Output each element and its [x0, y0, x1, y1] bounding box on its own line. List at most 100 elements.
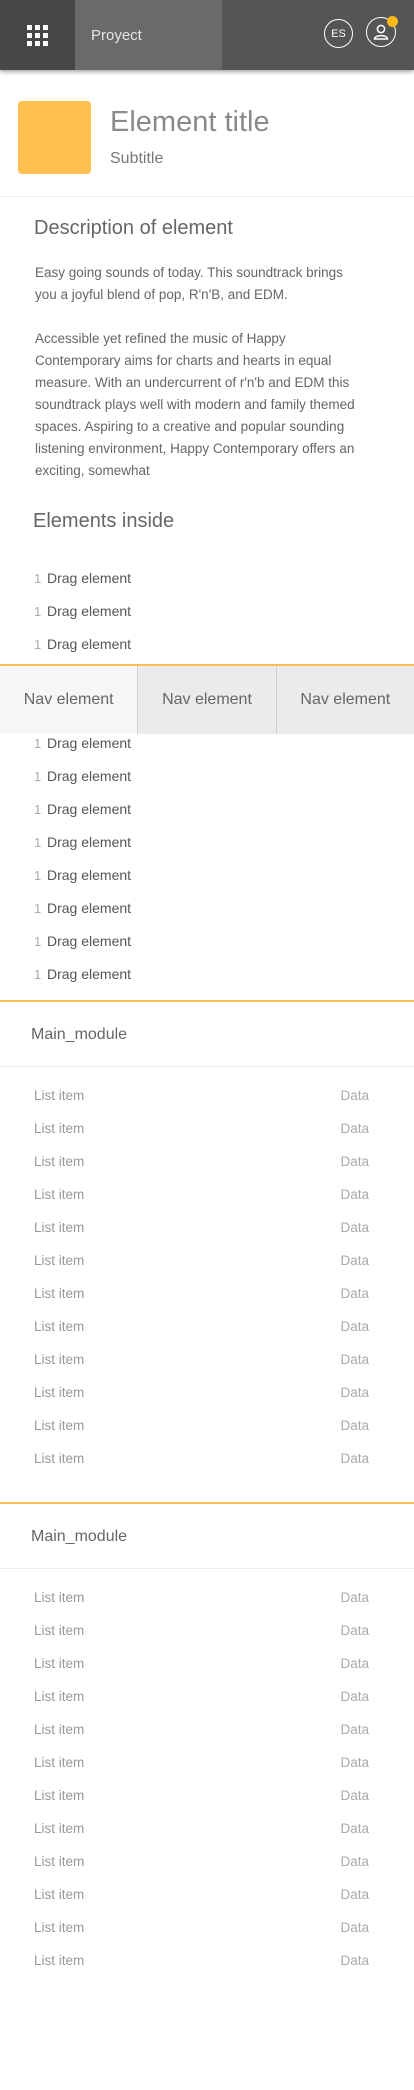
element-thumbnail — [18, 101, 91, 174]
drag-element[interactable]: 1 Drag element — [34, 963, 131, 985]
list-row[interactable]: List item Data — [0, 1953, 414, 1975]
list-row[interactable]: List item Data — [0, 1352, 414, 1374]
drag-element[interactable]: 1 Drag element — [34, 798, 131, 820]
list-item-data: Data — [340, 1953, 369, 1968]
list-item-label: List item — [34, 1953, 85, 1968]
apps-menu-button[interactable] — [0, 0, 75, 70]
list-row[interactable]: List item Data — [0, 1121, 414, 1143]
drag-element[interactable]: 1 Drag element — [34, 930, 131, 952]
list-row[interactable]: List item Data — [0, 1385, 414, 1407]
list-row[interactable]: List item Data — [0, 1623, 414, 1645]
drag-element-label: Drag element — [47, 570, 132, 586]
list-item-label: List item — [34, 1821, 85, 1836]
drag-element-label: Drag element — [47, 801, 132, 817]
list-item-label: List item — [34, 1319, 85, 1334]
list-item-data: Data — [340, 1088, 369, 1103]
list-row[interactable]: List item Data — [0, 1722, 414, 1744]
list-item-data: Data — [340, 1253, 369, 1268]
drag-element-number: 1 — [34, 801, 42, 817]
list-row[interactable]: List item Data — [0, 1854, 414, 1876]
list-item-data: Data — [340, 1385, 369, 1400]
main-module: Main_module List item Data List item Data Li… — [0, 1502, 414, 2002]
drag-element[interactable]: 1 Drag element — [34, 897, 131, 919]
list-item-data: Data — [340, 1286, 369, 1301]
description-paragraph: Accessible yet refined the music of Happ… — [35, 331, 355, 478]
nav-item[interactable]: Nav element — [277, 666, 414, 734]
drag-element-number: 1 — [34, 570, 42, 586]
drag-element[interactable]: 1 Drag element — [34, 864, 131, 886]
elements-inside-heading: Elements inside — [33, 510, 175, 532]
list-row[interactable]: List item Data — [0, 1319, 414, 1341]
module-divider — [0, 1066, 414, 1067]
list-row[interactable]: List item Data — [0, 1590, 414, 1612]
drag-element-number: 1 — [34, 603, 42, 619]
module-title: Main_module — [31, 1528, 128, 1545]
drag-element[interactable]: 1 Drag element — [34, 567, 131, 589]
list-item-label: List item — [34, 1722, 85, 1737]
list-item-data: Data — [340, 1154, 369, 1169]
apps-grid-icon — [27, 24, 48, 46]
list-item-label: List item — [34, 1623, 85, 1638]
drag-element[interactable]: 1 Drag element — [34, 831, 131, 853]
language-button[interactable]: ES — [324, 19, 353, 48]
element-header: Element title Subtitle — [0, 70, 414, 197]
drag-element-number: 1 — [34, 636, 42, 652]
list-item-label: List item — [34, 1418, 85, 1433]
list-item-data: Data — [340, 1187, 369, 1202]
list-item-data: Data — [340, 1788, 369, 1803]
nav-item[interactable]: Nav element — [138, 666, 277, 734]
list-row[interactable]: List item Data — [0, 1887, 414, 1909]
list-item-data: Data — [340, 1352, 369, 1367]
list-item-data: Data — [340, 1920, 369, 1935]
list-row[interactable]: List item Data — [0, 1920, 414, 1942]
list-item-data: Data — [340, 1121, 369, 1136]
list-row[interactable]: List item Data — [0, 1656, 414, 1678]
list-row[interactable]: List item Data — [0, 1154, 414, 1176]
drag-element-number: 1 — [34, 933, 42, 949]
drag-element[interactable]: 1 Drag element — [34, 765, 131, 787]
list-item-data: Data — [340, 1451, 369, 1466]
list-item-label: List item — [34, 1187, 85, 1202]
list-item-data: Data — [340, 1722, 369, 1737]
list-row[interactable]: List item Data — [0, 1418, 414, 1440]
drag-element-number: 1 — [34, 900, 42, 916]
list-row[interactable]: List item Data — [0, 1451, 414, 1473]
project-tab[interactable]: Proyect — [75, 0, 222, 70]
list-row[interactable]: List item Data — [0, 1220, 414, 1242]
module-divider — [0, 1568, 414, 1569]
list-row[interactable]: List item Data — [0, 1286, 414, 1308]
drag-element-number: 1 — [34, 966, 42, 982]
drag-element-label: Drag element — [47, 636, 132, 652]
notification-badge — [387, 16, 398, 27]
list-row[interactable]: List item Data — [0, 1788, 414, 1810]
list-item-label: List item — [34, 1121, 85, 1136]
drag-element[interactable]: 1 Drag element — [34, 732, 131, 754]
list-row[interactable]: List item Data — [0, 1821, 414, 1843]
element-subtitle: Subtitle — [110, 150, 164, 167]
drag-element-number: 1 — [34, 834, 42, 850]
list-item-label: List item — [34, 1887, 85, 1902]
list-row[interactable]: List item Data — [0, 1253, 414, 1275]
drag-element[interactable]: 1 Drag element — [34, 600, 131, 622]
list-row[interactable]: List item Data — [0, 1755, 414, 1777]
list-row[interactable]: List item Data — [0, 1187, 414, 1209]
list-item-label: List item — [34, 1154, 85, 1169]
drag-element[interactable]: 1 Drag element — [34, 633, 131, 655]
list-item-data: Data — [340, 1656, 369, 1671]
description-heading: Description of element — [34, 217, 233, 239]
list-item-label: List item — [34, 1590, 85, 1605]
list-item-label: List item — [34, 1689, 85, 1704]
list-row[interactable]: List item Data — [0, 1689, 414, 1711]
list-item-label: List item — [34, 1088, 85, 1103]
list-item-label: List item — [34, 1854, 85, 1869]
list-item-data: Data — [340, 1623, 369, 1638]
list-item-label: List item — [34, 1385, 85, 1400]
element-title: Element title — [110, 106, 270, 138]
list-row[interactable]: List item Data — [0, 1088, 414, 1110]
user-icon — [373, 24, 389, 40]
nav-item[interactable]: Nav element — [0, 666, 139, 734]
description-paragraph: Easy going sounds of today. This soundtr… — [35, 265, 343, 302]
top-bar: Proyect ES — [0, 0, 414, 70]
list-item-data: Data — [340, 1854, 369, 1869]
list-item-label: List item — [34, 1920, 85, 1935]
